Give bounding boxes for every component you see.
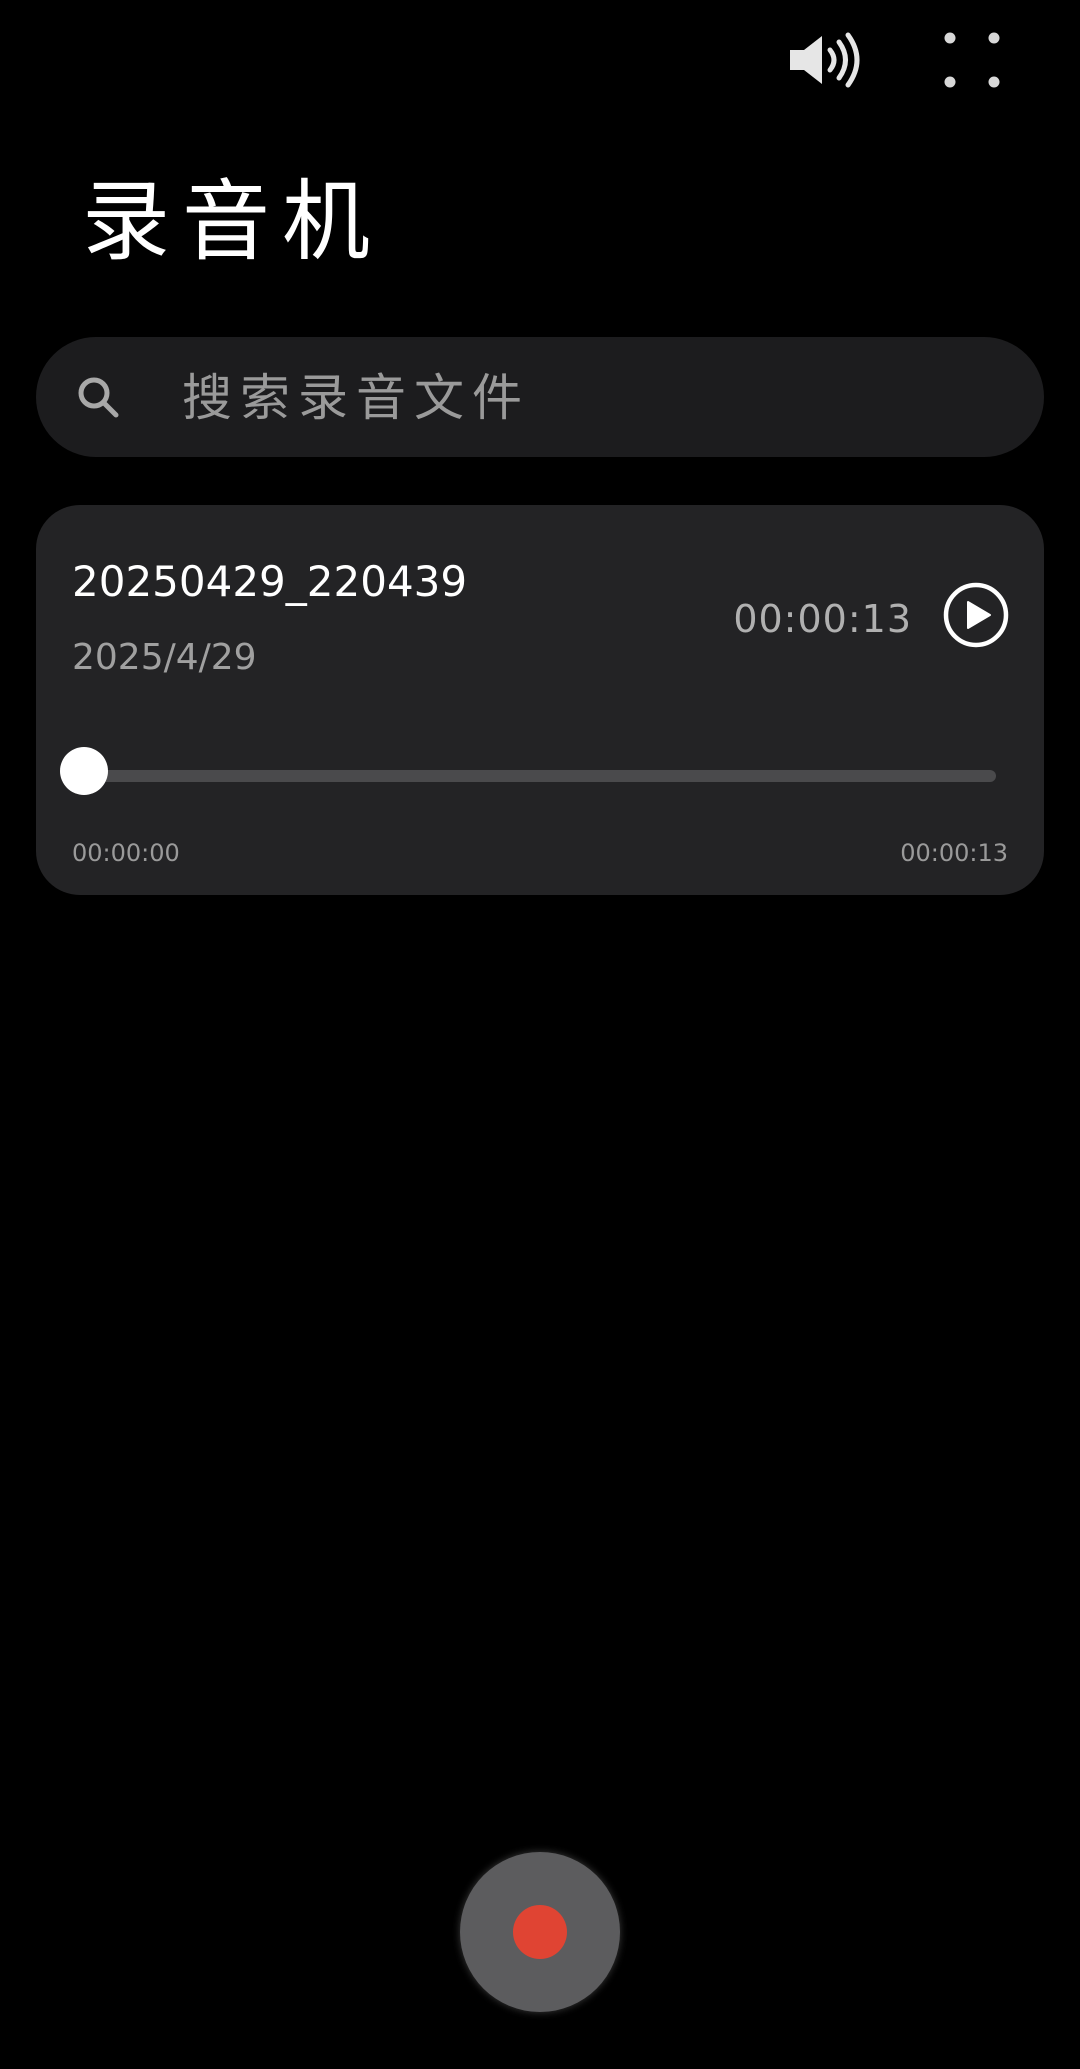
recording-duration: 00:00:13 [733, 597, 912, 641]
record-button[interactable] [460, 1852, 620, 2012]
total-time: 00:00:13 [900, 839, 1008, 867]
speaker-button[interactable] [776, 26, 876, 94]
play-icon[interactable] [942, 581, 1010, 649]
more-options-button[interactable] [922, 26, 1022, 94]
recording-date: 2025/4/29 [72, 637, 257, 678]
search-icon [78, 377, 119, 418]
search-input[interactable] [180, 357, 1004, 439]
recording-name: 20250429_220439 [72, 557, 468, 606]
record-icon [513, 1905, 567, 1959]
current-time: 00:00:00 [72, 839, 180, 867]
page-title: 录音机 [82, 170, 383, 273]
progress-slider-thumb[interactable] [60, 747, 108, 795]
more-dots-icon [944, 32, 1000, 88]
search-bar[interactable] [36, 337, 1044, 457]
recording-card[interactable]: 20250429_220439 2025/4/29 00:00:13 00:00… [36, 505, 1044, 895]
progress-track[interactable] [84, 770, 996, 782]
speaker-volume-icon [790, 32, 860, 88]
